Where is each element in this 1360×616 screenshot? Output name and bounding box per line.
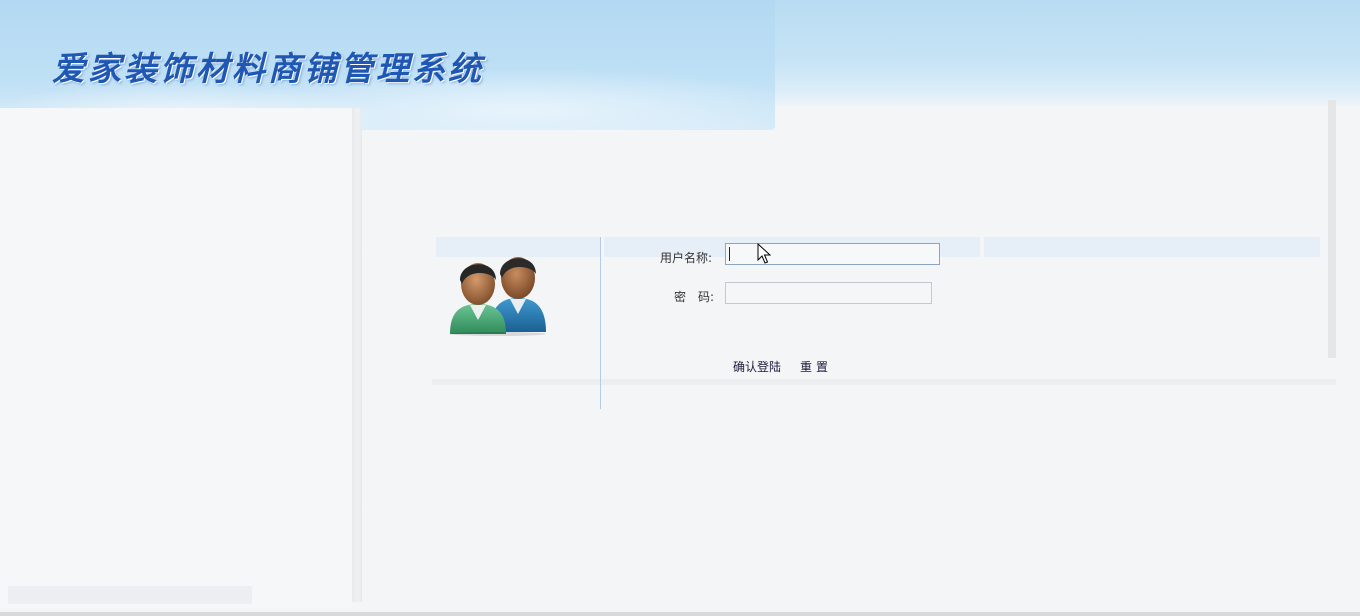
text-caret (729, 247, 730, 261)
reset-button[interactable]: 重置 (800, 358, 832, 375)
password-label-left: 密 (674, 290, 687, 304)
window-bottom-edge (0, 612, 1360, 616)
app-title: 爱家装饰材料商铺管理系统 (52, 49, 484, 88)
username-label: 用户名称: (660, 251, 713, 265)
users-icon (446, 244, 550, 336)
confirm-login-button[interactable]: 确认登陆 (733, 358, 781, 375)
login-box-bottom-edge (432, 379, 1336, 385)
login-header-strip (984, 237, 1320, 257)
password-input[interactable] (725, 282, 932, 304)
left-panel-divider[interactable] (352, 108, 362, 602)
password-label-right: 码: (698, 290, 715, 304)
left-footer-bar (8, 586, 252, 604)
login-vertical-separator (600, 237, 601, 409)
password-label: 密码: (674, 288, 714, 305)
left-panel (0, 108, 352, 608)
mouse-pointer-icon (757, 242, 772, 265)
